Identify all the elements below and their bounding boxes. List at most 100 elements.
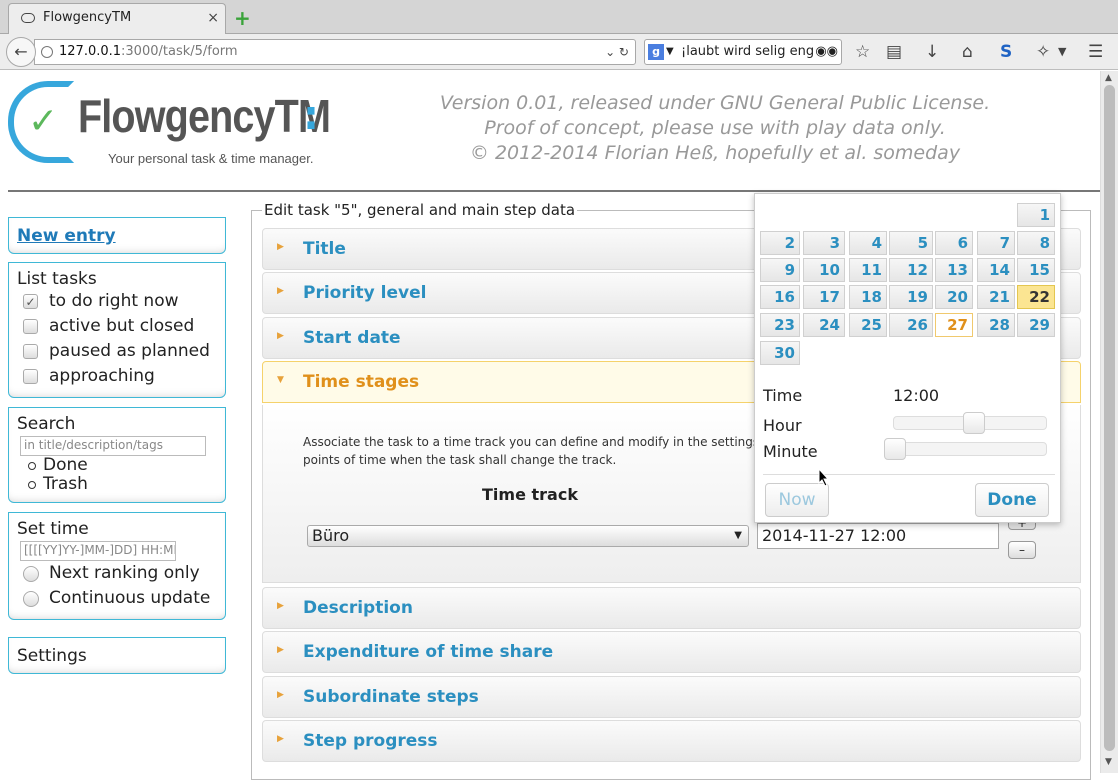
search-input[interactable]: in title/description/tags: [20, 436, 206, 456]
calendar-day[interactable]: 26: [889, 313, 933, 337]
release-line: Version 0.01, released under GNU General…: [439, 92, 991, 114]
radio-icon[interactable]: [23, 566, 39, 582]
calendar-day[interactable]: 30: [760, 341, 800, 365]
reload-icon[interactable]: ⌄ ↻: [605, 40, 629, 64]
section-label: Time stages: [303, 372, 420, 392]
datetime-picker: 1 2 3 4 5 6 7 8 9 10 11 12 13 14 15 16 17 18 19 20 21 22 23 24 2…: [754, 193, 1061, 523]
favicon-icon: [21, 13, 35, 23]
settings-box: Settings: [8, 637, 226, 674]
filter-paused-as-planned[interactable]: paused as planned: [9, 339, 225, 364]
picker-divider: [763, 474, 1055, 475]
checkbox-icon[interactable]: [23, 319, 38, 334]
filter-active-but-closed[interactable]: active but closed: [9, 314, 225, 339]
section-label: Start date: [303, 328, 401, 348]
done-button[interactable]: Done: [975, 483, 1049, 517]
calendar-day[interactable]: 18: [849, 285, 887, 309]
calendar-day[interactable]: 8: [1017, 231, 1055, 255]
scroll-up-icon[interactable]: ▲: [1105, 73, 1112, 83]
section-label: Description: [303, 598, 413, 618]
calendar-day[interactable]: 9: [760, 258, 800, 282]
extension-s-icon[interactable]: S: [1000, 42, 1012, 62]
hour-slider-handle[interactable]: [963, 412, 985, 434]
calendar-day[interactable]: 19: [889, 285, 933, 309]
calendar-day[interactable]: 27: [935, 313, 973, 337]
chevron-down-icon[interactable]: ▼: [1058, 42, 1066, 62]
section-subordinate-steps[interactable]: ▶ Subordinate steps: [262, 676, 1081, 718]
calendar-day[interactable]: 24: [803, 313, 845, 337]
calendar-day[interactable]: 23: [760, 313, 800, 337]
search-engine-icon[interactable]: g: [648, 44, 664, 60]
chevron-down-icon[interactable]: ▼: [666, 40, 674, 64]
section-expenditure-of-time-share[interactable]: ▶ Expenditure of time share: [262, 631, 1081, 673]
calendar-day[interactable]: 13: [935, 258, 973, 282]
calendar-day[interactable]: 2: [760, 231, 800, 255]
radio-continuous-update[interactable]: Continuous update: [9, 586, 225, 611]
radio-icon[interactable]: [23, 591, 39, 607]
calendar-day[interactable]: 10: [803, 258, 845, 282]
calendar-day[interactable]: 17: [803, 285, 845, 309]
calendar-day[interactable]: 21: [977, 285, 1015, 309]
time-value: 12:00: [893, 386, 940, 405]
url-bar[interactable]: 127.0.0.1:3000/task/5/form ⌄ ↻: [34, 39, 636, 65]
browser-tab[interactable]: FlowgencyTM ×: [8, 3, 226, 34]
settings-link[interactable]: Settings: [9, 638, 225, 666]
calendar-day[interactable]: 12: [889, 258, 933, 282]
calendar-day[interactable]: 3: [803, 231, 845, 255]
calendar-day[interactable]: 16: [760, 285, 800, 309]
set-time-input[interactable]: [[[[YY]YY-]MM-]DD] HH:MM: [20, 541, 176, 561]
close-tab-icon[interactable]: ×: [207, 4, 219, 32]
search-option-done[interactable]: Done: [9, 456, 225, 475]
calendar-day[interactable]: 6: [935, 231, 973, 255]
calendar-day[interactable]: 11: [849, 258, 887, 282]
new-tab-icon[interactable]: +: [234, 6, 251, 30]
scroll-down-icon[interactable]: ▼: [1105, 757, 1112, 767]
binoculars-icon[interactable]: ◉◉: [815, 40, 838, 64]
calendar-day[interactable]: 7: [977, 231, 1015, 255]
new-entry-link[interactable]: New entry: [9, 218, 225, 254]
search-option-trash[interactable]: Trash: [9, 475, 225, 494]
calendar-day[interactable]: 1: [1017, 203, 1055, 227]
search-bar[interactable]: g ▼ ¡laubt wird selig englisc ◉◉: [644, 39, 842, 65]
bookmark-star-icon[interactable]: ☆: [855, 42, 870, 62]
extension-icon[interactable]: ✧: [1036, 42, 1050, 62]
calendar-day[interactable]: 15: [1017, 258, 1055, 282]
now-button[interactable]: Now: [765, 483, 829, 517]
time-label: Time: [763, 386, 803, 405]
home-icon[interactable]: ⌂: [962, 42, 973, 62]
stage-date-input[interactable]: 2014-11-27 12:00: [757, 523, 999, 549]
reading-list-icon[interactable]: ▤: [886, 42, 902, 62]
radio-next-ranking-only[interactable]: Next ranking only: [9, 561, 225, 586]
filter-to-do-right-now[interactable]: ✓ to do right now: [9, 289, 225, 314]
release-notice: Version 0.01, released under GNU General…: [380, 91, 1050, 166]
scrollbar-thumb[interactable]: [1104, 85, 1115, 751]
filter-label: approaching: [49, 366, 155, 386]
back-button[interactable]: ←: [6, 37, 36, 67]
menu-icon[interactable]: ☰: [1088, 42, 1103, 62]
page-scrollbar[interactable]: ▲ ▼: [1100, 71, 1118, 773]
filter-approaching[interactable]: approaching: [9, 364, 225, 389]
calendar-day[interactable]: 20: [935, 285, 973, 309]
collapsed-arrow-icon: ▶: [277, 242, 284, 252]
time-track-select[interactable]: Büro ▼: [307, 525, 749, 547]
radio-label: Next ranking only: [49, 563, 200, 583]
calendar-day[interactable]: 29: [1017, 313, 1055, 337]
minute-slider[interactable]: [884, 438, 1047, 460]
filter-label: paused as planned: [49, 341, 210, 361]
calendar-day[interactable]: 28: [977, 313, 1015, 337]
hour-slider[interactable]: [893, 412, 1047, 434]
remove-stage-button[interactable]: –: [1008, 541, 1036, 559]
calendar-day[interactable]: 25: [849, 313, 887, 337]
checkbox-checked-icon[interactable]: ✓: [23, 294, 38, 309]
minute-slider-handle[interactable]: [884, 438, 906, 460]
calendar-day[interactable]: 4: [849, 231, 887, 255]
checkbox-icon[interactable]: [23, 369, 38, 384]
section-description[interactable]: ▶ Description: [262, 587, 1081, 629]
logo-name: FlowgencyTM: [78, 90, 331, 142]
radio-label: Continuous update: [49, 588, 211, 608]
section-step-progress[interactable]: ▶ Step progress: [262, 720, 1081, 762]
calendar-day[interactable]: 14: [977, 258, 1015, 282]
download-icon[interactable]: ↓: [925, 42, 939, 62]
calendar-day[interactable]: 5: [889, 231, 933, 255]
checkbox-icon[interactable]: [23, 344, 38, 359]
calendar-day[interactable]: 22: [1017, 285, 1055, 309]
